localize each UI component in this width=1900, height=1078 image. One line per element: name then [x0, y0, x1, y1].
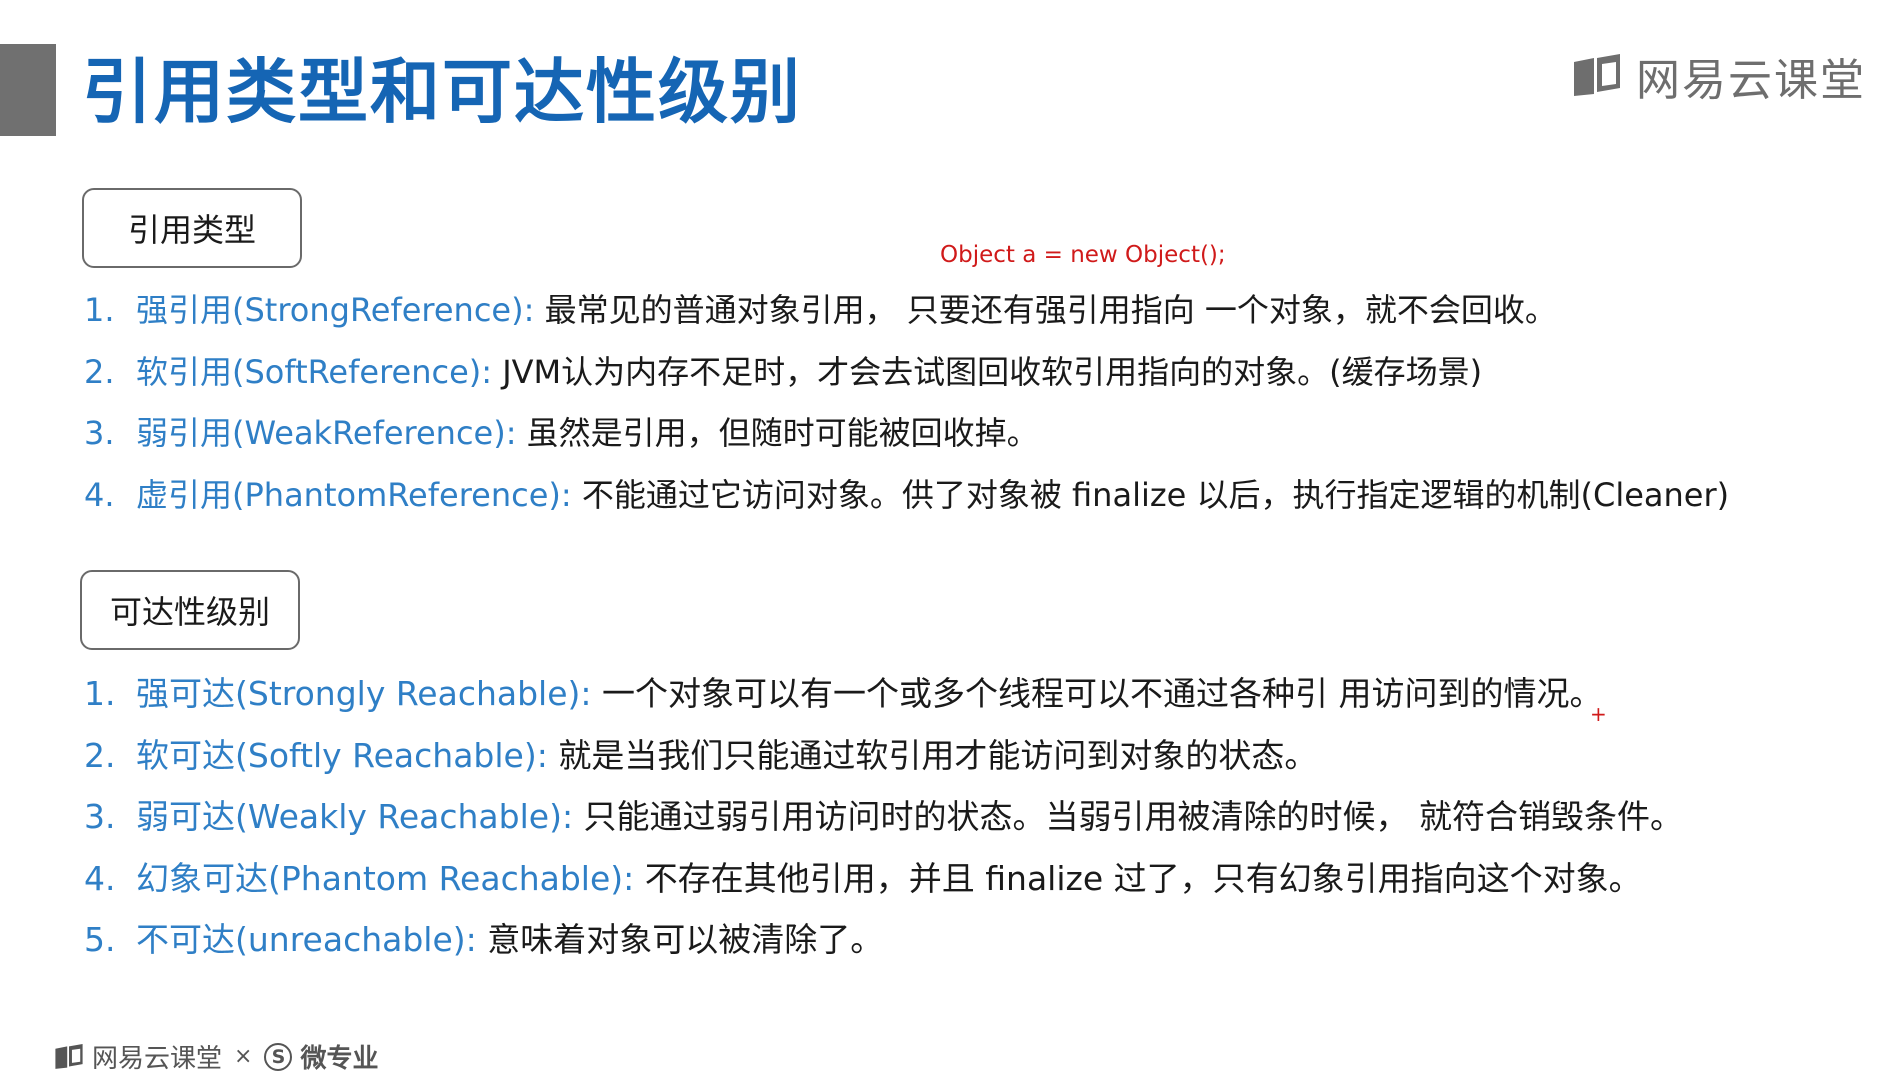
list-item-description: 不存在其他引用，并且 finalize 过了，只有幻象引用指向这个对象。 [634, 858, 1642, 898]
reachability-list: 1. 强可达(Strongly Reachable): 一个对象可以有一个或多个线… [84, 663, 1683, 971]
brand-name: 网易云课堂 [1636, 55, 1866, 106]
list-item-description: 不能通过它访问对象。供了对象被 finalize 以后，执行指定逻辑的机制(Cl… [571, 475, 1730, 514]
section-label-reachability: 可达性级别 [80, 570, 300, 650]
list-item: 1. 强可达(Strongly Reachable): 一个对象可以有一个或多个线… [84, 663, 1683, 725]
footer-brand-name: 网易云课堂 [92, 1044, 223, 1074]
list-item-term: 软引用(SoftReference): [136, 352, 493, 391]
footer-brand: 网易云课堂 × S 微专业 [54, 1038, 378, 1075]
list-item-description: 只能通过弱引用访问时的状态。当弱引用被清除的时候， 就符合销毁条件。 [573, 797, 1684, 836]
list-item-description: 一个对象可以有一个或多个线程可以不通过各种引 用访问到的情况。 [591, 674, 1603, 713]
book-logo-icon [55, 1043, 83, 1069]
list-item: 4. 幻象可达(Phantom Reachable): 不存在其他引用，并且 fi… [84, 848, 1683, 910]
list-item-description: 就是当我们只能通过软引用才能访问到对象的状态。 [547, 735, 1318, 775]
list-item-number: 2. [84, 352, 115, 391]
list-item-description: 意味着对象可以被清除了。 [476, 920, 884, 959]
list-item-term: 弱引用(WeakReference): [136, 414, 517, 452]
list-item: 4. 虚引用(PhantomReference): 不能通过它访问对象。供了对象被… [84, 465, 1729, 527]
list-item: 2. 软可达(Softly Reachable): 就是当我们只能通过软引用才能访… [84, 725, 1683, 787]
list-item-term: 幻象可达(Phantom Reachable): [136, 858, 635, 898]
code-annotation: Object a = new Object(); [940, 242, 1226, 268]
book-logo-icon [1574, 54, 1620, 96]
brand-logo-top: 网易云课堂 [1572, 44, 1866, 108]
list-item-description: 虽然是引用，但随时可能被回收掉。 [516, 414, 1039, 452]
list-item-term: 软可达(Softly Reachable): [136, 735, 548, 775]
list-item-term: 虚引用(PhantomReference): [136, 475, 572, 514]
list-item-number: 2. [84, 735, 116, 775]
list-item-number: 1. [84, 291, 115, 329]
list-item: 2. 软引用(SoftReference): JVM认为内存不足时，才会去试图回收… [84, 342, 1729, 404]
list-item: 3. 弱引用(WeakReference): 虽然是引用，但随时可能被回收掉。 [84, 403, 1729, 465]
list-item-term: 强可达(Strongly Reachable): [136, 674, 592, 713]
list-item: 3. 弱可达(Weakly Reachable): 只能通过弱引用访问时的状态。当… [84, 786, 1683, 848]
list-item-description: 最常见的普通对象引用， 只要还有强引用指向 一个对象，就不会回收。 [534, 291, 1557, 329]
list-item-term: 弱可达(Weakly Reachable): [136, 797, 574, 836]
list-item: 1. 强引用(StrongReference): 最常见的普通对象引用， 只要还有… [84, 280, 1729, 342]
section-label-reference-types: 引用类型 [82, 188, 302, 268]
list-item-number: 5. [84, 920, 116, 959]
reference-types-list: 1. 强引用(StrongReference): 最常见的普通对象引用， 只要还有… [84, 280, 1729, 526]
list-item: 5. 不可达(unreachable): 意味着对象可以被清除了。 [84, 909, 1683, 971]
s-badge-icon: S [264, 1042, 293, 1071]
list-item-number: 4. [84, 475, 115, 514]
list-item-number: 3. [84, 414, 115, 452]
list-item-description: JVM认为内存不足时，才会去试图回收软引用指向的对象。(缓存场景) [492, 352, 1483, 391]
footer-times-sign: × [234, 1044, 253, 1069]
list-item-term: 强引用(StrongReference): [136, 291, 535, 329]
page-title: 引用类型和可达性级别 [82, 51, 802, 133]
list-item-term: 不可达(unreachable): [136, 920, 477, 959]
list-item-number: 4. [84, 858, 116, 898]
footer-micro-label: 微专业 [300, 1044, 379, 1074]
list-item-number: 3. [84, 797, 116, 836]
plus-annotation-mark: + [1590, 702, 1607, 726]
header-accent-bar [0, 44, 56, 136]
list-item-number: 1. [84, 674, 116, 713]
